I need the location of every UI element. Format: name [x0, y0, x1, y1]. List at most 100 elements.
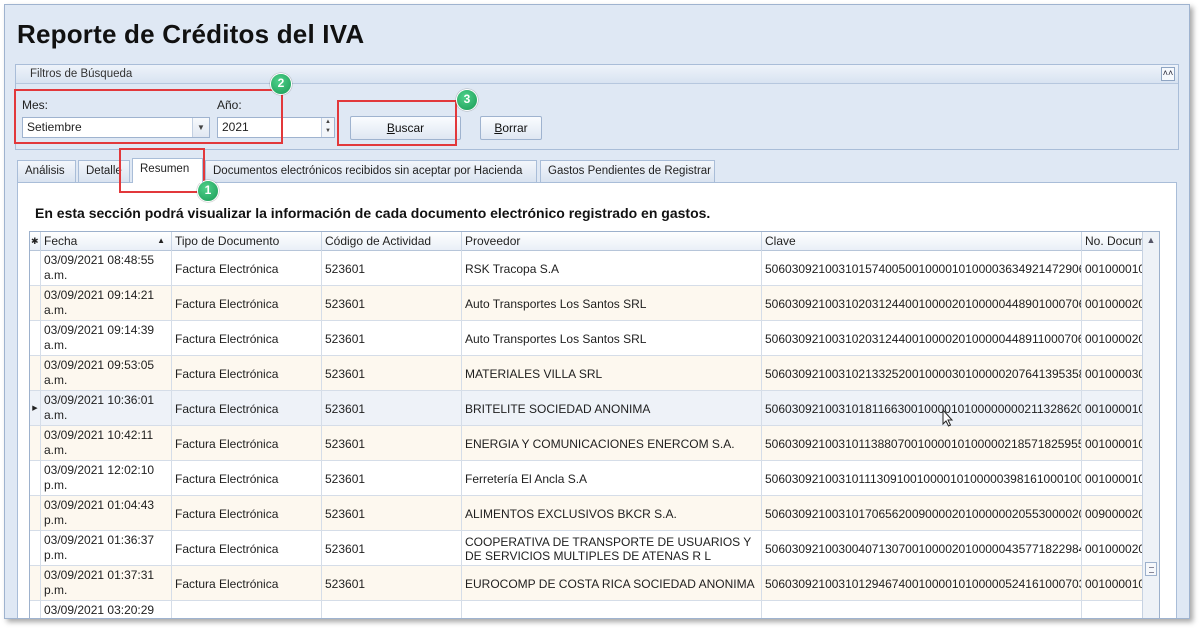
cell-nodoc[interactable]: 001000020 [1082, 531, 1143, 566]
cell-tipo[interactable]: Factura Electrónica [172, 321, 322, 356]
tab-analisis[interactable]: Análisis [17, 160, 76, 182]
column-header-fecha[interactable]: Fecha ▲ [41, 232, 172, 251]
row-indicator[interactable] [30, 356, 41, 391]
cell-codigo[interactable]: 523601 [322, 391, 462, 426]
table-row[interactable]: 03/09/2021 01:36:37 p.m. Factura Electrón… [30, 531, 1143, 566]
column-header-no-documento[interactable]: No. Docum [1082, 232, 1143, 251]
cell-nodoc[interactable]: 001000020 [1082, 286, 1143, 321]
cell-clave[interactable]: 5060309210031017065620090000201000000205… [762, 496, 1082, 531]
cell-fecha[interactable]: 03/09/2021 01:37:31 p.m. [41, 566, 172, 601]
table-row[interactable]: 03/09/2021 12:02:10 p.m. Factura Electrón… [30, 461, 1143, 496]
cell-nodoc[interactable]: 001000010 [1082, 391, 1143, 426]
cell-proveedor[interactable]: ALIMENTOS EXCLUSIVOS BKCR S.A. [462, 496, 762, 531]
cell-tipo[interactable]: Factura Electrónica [172, 286, 322, 321]
cell-nodoc[interactable]: 009000020 [1082, 496, 1143, 531]
table-row[interactable]: 03/09/2021 10:42:11 a.m. Factura Electrón… [30, 426, 1143, 461]
scroll-thumb[interactable] [1145, 562, 1157, 576]
table-row[interactable]: 03/09/2021 08:48:55 a.m. Factura Electrón… [30, 251, 1143, 286]
cell-codigo[interactable]: 523601 [322, 321, 462, 356]
cell-proveedor[interactable] [462, 601, 762, 618]
cell-clave[interactable]: 5060309210031021332520010000301000002076… [762, 356, 1082, 391]
collapse-panel-button[interactable]: ˄˄ [1161, 67, 1175, 81]
cell-clave[interactable]: 5060309210031020312440010000201000004489… [762, 321, 1082, 356]
cell-clave[interactable]: 5060309210031012946740010000101000005241… [762, 566, 1082, 601]
tab-gastos-pendientes[interactable]: Gastos Pendientes de Registrar [540, 160, 715, 182]
column-header-codigo[interactable]: Código de Actividad [322, 232, 462, 251]
cell-clave[interactable]: 5060309210031015740050010000101000036349… [762, 251, 1082, 286]
cell-clave[interactable]: 5060309210031018116630010000101000000002… [762, 391, 1082, 426]
cell-fecha[interactable]: 03/09/2021 03:20:29 [41, 601, 172, 618]
cell-tipo[interactable]: Factura Electrónica [172, 566, 322, 601]
cell-tipo[interactable]: Factura Electrónica [172, 496, 322, 531]
cell-proveedor[interactable]: MATERIALES VILLA SRL [462, 356, 762, 391]
cell-nodoc[interactable] [1082, 601, 1143, 618]
cell-fecha[interactable]: 03/09/2021 10:36:01 a.m. [41, 391, 172, 426]
cell-clave[interactable] [762, 601, 1082, 618]
cell-proveedor[interactable]: Auto Transportes Los Santos SRL [462, 286, 762, 321]
cell-tipo[interactable] [172, 601, 322, 618]
cell-clave[interactable]: 5060309210031011388070010000101000002185… [762, 426, 1082, 461]
cell-proveedor[interactable]: ENERGIA Y COMUNICACIONES ENERCOM S.A. [462, 426, 762, 461]
cell-tipo[interactable]: Factura Electrónica [172, 356, 322, 391]
row-indicator[interactable] [30, 496, 41, 531]
cell-tipo[interactable]: Factura Electrónica [172, 426, 322, 461]
cell-fecha[interactable]: 03/09/2021 01:04:43 p.m. [41, 496, 172, 531]
cell-nodoc[interactable]: 001000010 [1082, 566, 1143, 601]
table-row[interactable]: 03/09/2021 01:37:31 p.m. Factura Electrón… [30, 566, 1143, 601]
cell-fecha[interactable]: 03/09/2021 01:36:37 p.m. [41, 531, 172, 566]
cell-fecha[interactable]: 03/09/2021 12:02:10 p.m. [41, 461, 172, 496]
table-row[interactable]: 03/09/2021 01:04:43 p.m. Factura Electrón… [30, 496, 1143, 531]
cell-proveedor[interactable]: Auto Transportes Los Santos SRL [462, 321, 762, 356]
cell-codigo[interactable]: 523601 [322, 531, 462, 566]
cell-fecha[interactable]: 03/09/2021 09:53:05 a.m. [41, 356, 172, 391]
cell-tipo[interactable]: Factura Electrónica [172, 251, 322, 286]
table-row[interactable]: 03/09/2021 03:20:29 [30, 601, 1143, 618]
cell-fecha[interactable]: 03/09/2021 08:48:55 a.m. [41, 251, 172, 286]
tab-documentos-sin-aceptar[interactable]: Documentos electrónicos recibidos sin ac… [205, 160, 537, 182]
row-indicator[interactable] [30, 321, 41, 356]
scroll-up-icon[interactable]: ▲ [1145, 234, 1157, 246]
current-row-pointer-icon[interactable]: ▶ [30, 391, 41, 426]
column-header-proveedor[interactable]: Proveedor [462, 232, 762, 251]
cell-codigo[interactable]: 523601 [322, 426, 462, 461]
cell-nodoc[interactable]: 001000020 [1082, 321, 1143, 356]
cell-fecha[interactable]: 03/09/2021 09:14:21 a.m. [41, 286, 172, 321]
vertical-scrollbar[interactable]: ▲ [1142, 232, 1159, 618]
cell-tipo[interactable]: Factura Electrónica [172, 531, 322, 566]
documents-grid[interactable]: ✱ Fecha ▲ Tipo de Documento Código de Ac… [29, 231, 1160, 618]
borrar-button[interactable]: Borrar [480, 116, 542, 140]
cell-nodoc[interactable]: 001000010 [1082, 426, 1143, 461]
cell-proveedor[interactable]: COOPERATIVA DE TRANSPORTE DE USUARIOS Y … [462, 531, 762, 566]
table-row[interactable]: 03/09/2021 09:53:05 a.m. Factura Electrón… [30, 356, 1143, 391]
cell-codigo[interactable]: 523601 [322, 461, 462, 496]
cell-fecha[interactable]: 03/09/2021 09:14:39 a.m. [41, 321, 172, 356]
cell-proveedor[interactable]: EUROCOMP DE COSTA RICA SOCIEDAD ANONIMA [462, 566, 762, 601]
spin-arrows-icon[interactable]: ▲ ▼ [321, 118, 334, 137]
cell-tipo[interactable]: Factura Electrónica [172, 461, 322, 496]
row-indicator[interactable] [30, 286, 41, 321]
table-row[interactable]: 03/09/2021 09:14:21 a.m. Factura Electrón… [30, 286, 1143, 321]
cell-codigo[interactable]: 523601 [322, 251, 462, 286]
column-header-tipo[interactable]: Tipo de Documento [172, 232, 322, 251]
tab-resumen[interactable]: Resumen [132, 158, 203, 183]
cell-nodoc[interactable]: 001000030 [1082, 356, 1143, 391]
row-indicator[interactable] [30, 531, 41, 566]
cell-clave[interactable]: 5060309210031020312440010000201000004489… [762, 286, 1082, 321]
column-header-clave[interactable]: Clave [762, 232, 1082, 251]
cell-codigo[interactable]: 523601 [322, 496, 462, 531]
cell-codigo[interactable]: 523601 [322, 566, 462, 601]
row-indicator[interactable] [30, 426, 41, 461]
cell-proveedor[interactable]: RSK Tracopa S.A [462, 251, 762, 286]
row-indicator[interactable] [30, 461, 41, 496]
cell-nodoc[interactable]: 001000010 [1082, 461, 1143, 496]
cell-codigo[interactable] [322, 601, 462, 618]
cell-nodoc[interactable]: 001000010 [1082, 251, 1143, 286]
cell-codigo[interactable]: 523601 [322, 286, 462, 321]
cell-codigo[interactable]: 523601 [322, 356, 462, 391]
row-indicator[interactable] [30, 566, 41, 601]
cell-proveedor[interactable]: Ferretería El Ancla S.A [462, 461, 762, 496]
cell-tipo[interactable]: Factura Electrónica [172, 391, 322, 426]
table-row[interactable]: 03/09/2021 09:14:39 a.m. Factura Electrón… [30, 321, 1143, 356]
row-indicator[interactable] [30, 601, 41, 618]
table-row[interactable]: ▶ 03/09/2021 10:36:01 a.m. Factura Electró… [30, 391, 1143, 426]
